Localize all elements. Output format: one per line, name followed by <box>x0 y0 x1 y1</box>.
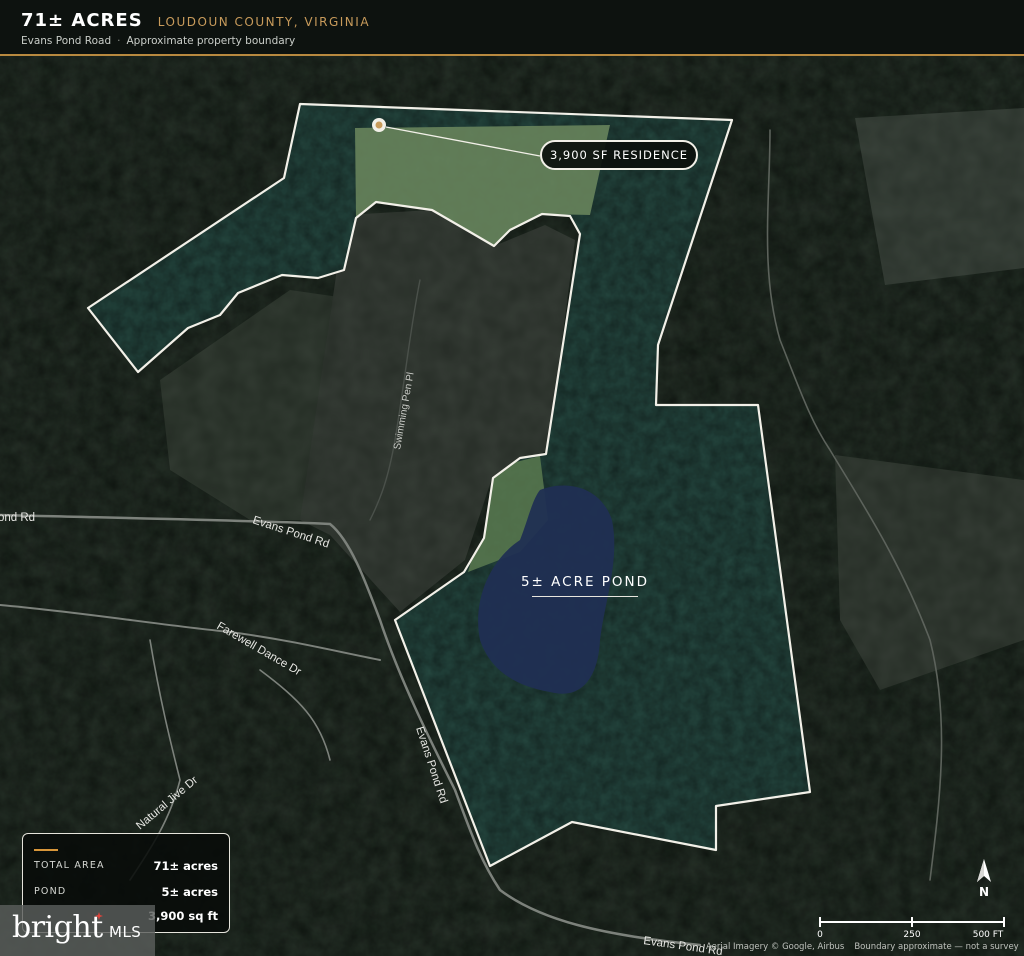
scale-bar: 0 250 500 FT <box>817 916 1006 940</box>
stat-label: POND <box>34 886 67 897</box>
scale-tick-label: 0 <box>817 930 823 940</box>
boundary-note: Approximate property boundary <box>126 35 296 47</box>
residence-callout[interactable]: 3,900 SF RESIDENCE <box>540 140 698 170</box>
north-arrow-icon <box>977 859 991 882</box>
stat-value: 5± acres <box>161 885 218 899</box>
stat-value: 3,900 sq ft <box>148 909 218 923</box>
separator-dot: · <box>117 35 121 47</box>
road-label-evans-pond-west: ond Rd <box>0 512 35 524</box>
logo-wordmark: bright <box>12 910 103 945</box>
scale-tick-label: 250 <box>903 930 921 940</box>
title-row: 71± ACRES LOUDOUN COUNTY, VIRGINIA <box>21 10 370 31</box>
scale-tick-label: 500 FT <box>972 930 1004 940</box>
logo-mls-suffix: MLS <box>109 923 142 941</box>
aerial-imagery: ond Rd Evans Pond Rd Evans Pond Rd Evans… <box>0 56 1024 956</box>
page-title: 71± ACRES <box>21 10 143 31</box>
pond-label: 5± ACRE POND <box>520 574 650 590</box>
stats-accent-rule <box>34 849 58 851</box>
location-label: LOUDOUN COUNTY, VIRGINIA <box>157 15 371 29</box>
stat-row-pond: POND 5± acres <box>34 885 218 900</box>
pond-label-underline <box>532 596 638 597</box>
stat-row-total-area: TOTAL AREA 71± acres <box>34 859 218 874</box>
aerial-map[interactable]: ond Rd Evans Pond Rd Evans Pond Rd Evans… <box>0 0 1024 956</box>
imagery-credit: Aerial Imagery © Google, Airbus Boundary … <box>706 942 1019 952</box>
subtitle-row: Evans Pond Road · Approximate property bou… <box>21 35 295 47</box>
road-name: Evans Pond Road <box>21 35 112 47</box>
north-arrow: N <box>970 857 998 903</box>
map-header: 71± ACRES LOUDOUN COUNTY, VIRGINIA Evans… <box>0 0 1024 56</box>
survey-disclaimer: Boundary approximate — not a survey <box>854 942 1019 952</box>
stat-label: TOTAL AREA <box>34 860 105 871</box>
stat-value: 71± acres <box>153 859 218 873</box>
bright-mls-logo: bright MLS <box>0 905 155 956</box>
imagery-source: Aerial Imagery © Google, Airbus <box>706 942 845 952</box>
scale-bar-graphic <box>819 917 1005 927</box>
north-letter: N <box>978 885 990 899</box>
logo-spark-icon <box>95 912 103 920</box>
